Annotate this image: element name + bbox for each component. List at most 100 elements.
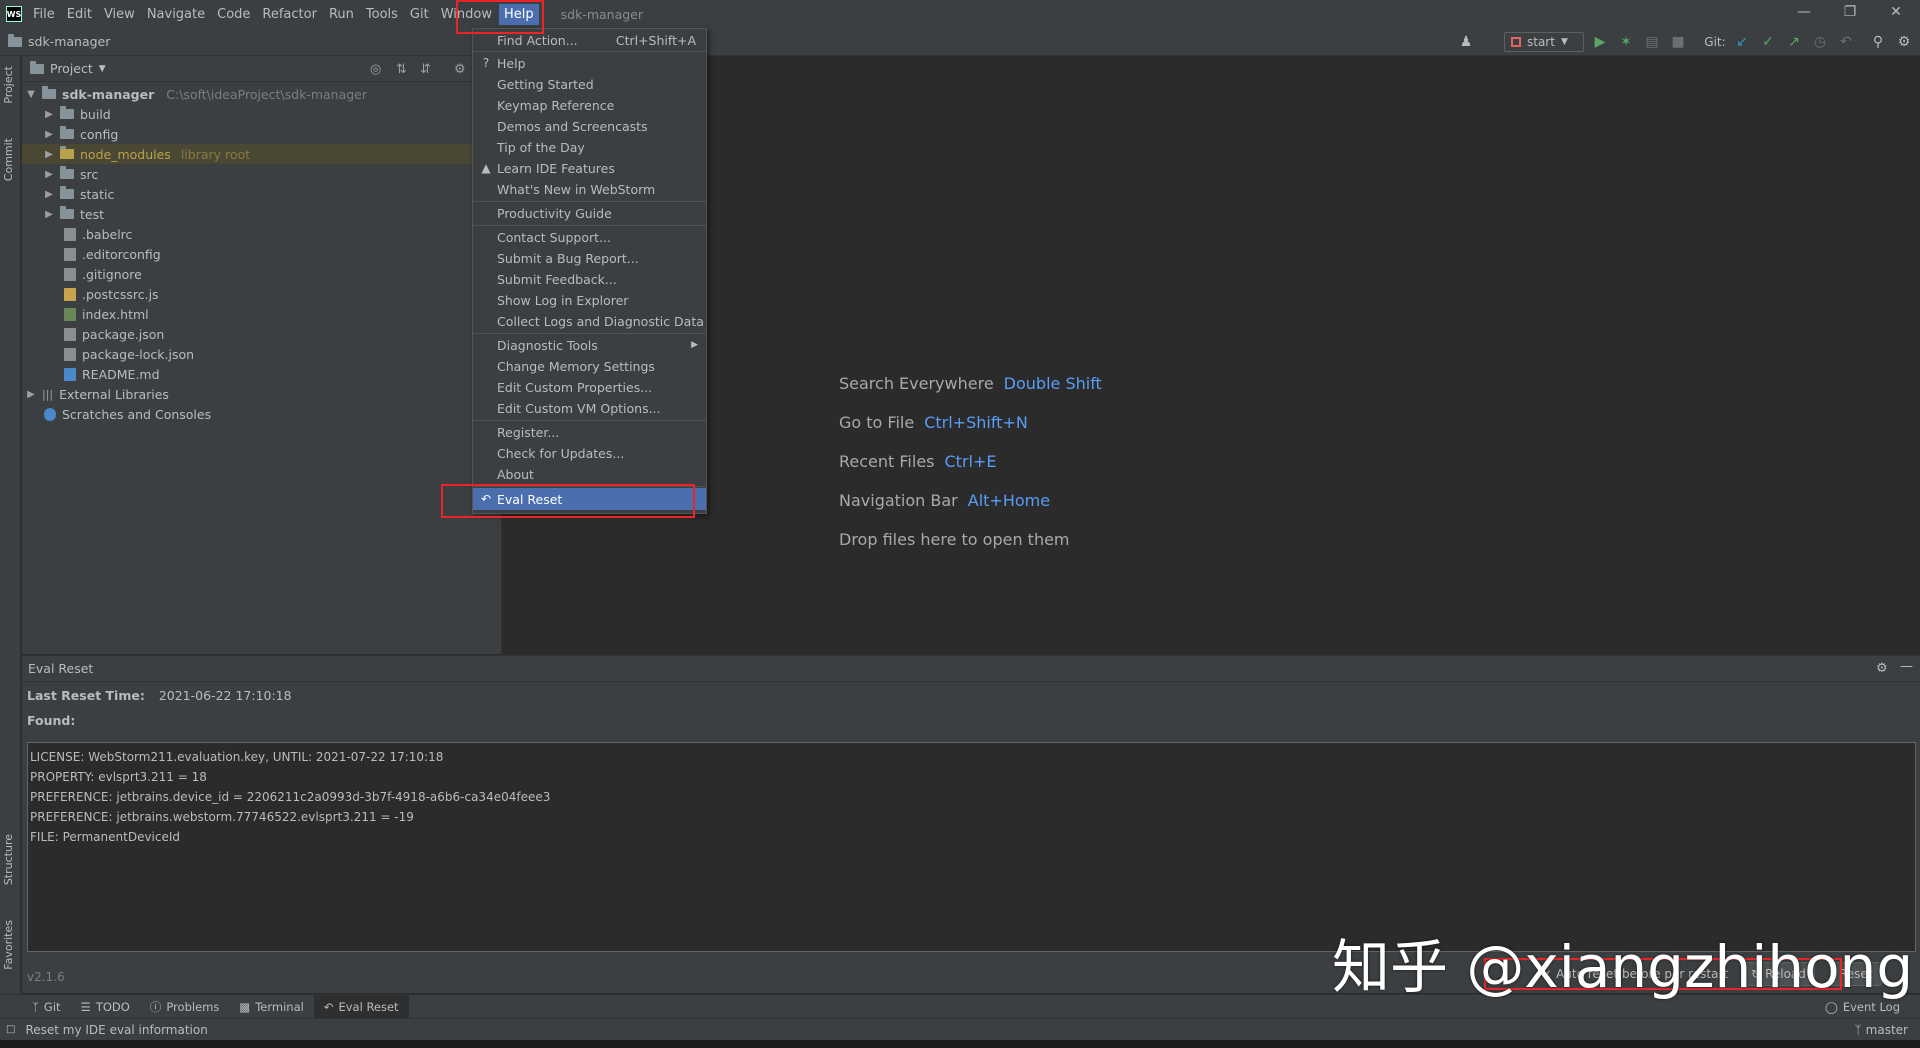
menu-file[interactable]: File [28,4,60,25]
menu-find-action[interactable]: Find Action... Ctrl+Shift+A [473,30,706,50]
menu-change-memory[interactable]: Change Memory Settings [473,356,706,376]
chevron-down-icon[interactable]: ▼ [99,64,106,74]
menu-getting-started[interactable]: Getting Started [473,74,706,94]
editor-area[interactable]: Search Everywhere Double Shift Go to Fil… [503,56,1920,654]
tab-todo[interactable]: ☰TODO [71,995,140,1019]
tree-folder[interactable]: ▶ test [44,204,484,224]
menu-submit-bug[interactable]: Submit a Bug Report... [473,248,706,268]
terminal-icon: ▩ [239,1000,250,1014]
menu-contact-support[interactable]: Contact Support... [473,227,706,247]
user-icon[interactable]: ♟ [1458,34,1474,50]
settings-gear-icon[interactable]: ⚙ [1876,661,1888,676]
menu-edit[interactable]: Edit [62,4,97,25]
git-branch-widget[interactable]: ᛉ master [1854,1023,1908,1037]
hide-panel-icon[interactable]: — [1900,659,1913,674]
menu-edit-custom-vm-options[interactable]: Edit Custom VM Options... [473,398,706,418]
webstorm-logo-icon: WS [6,6,22,22]
search-icon[interactable]: ⚲ [1870,34,1886,50]
tree-external-libraries[interactable]: ▶ ||| External Libraries [26,384,169,404]
locate-icon[interactable]: ◎ [370,62,381,77]
menu-run[interactable]: Run [324,4,359,25]
menu-diagnostic-tools[interactable]: Diagnostic Tools▶ [473,335,706,355]
project-view-select[interactable]: Project [50,61,93,76]
tree-file[interactable]: .babelrc [64,224,132,244]
status-toggle-icon[interactable]: □ [6,1024,15,1035]
tree-scratches[interactable]: Scratches and Consoles [44,404,211,424]
commit-tool-tab[interactable]: Commit [2,138,15,181]
menu-tip-of-the-day[interactable]: Tip of the Day [473,137,706,157]
menu-navigate[interactable]: Navigate [142,4,210,25]
tab-eval-reset[interactable]: ↶ Eval Reset [314,995,409,1019]
structure-tool-tab[interactable]: Structure [2,834,15,885]
coverage-icon[interactable]: ▤ [1644,34,1660,50]
menu-edit-custom-properties[interactable]: Edit Custom Properties... [473,377,706,397]
tree-file[interactable]: package-lock.json [64,344,194,364]
tree-folder[interactable]: ▶ src [44,164,484,184]
project-tool-tab[interactable]: Project [2,66,15,104]
run-icon[interactable]: ▶ [1592,34,1608,50]
menu-git[interactable]: Git [405,4,434,25]
tree-root-name: sdk-manager [62,87,154,102]
minimize-icon[interactable]: — [1784,4,1824,20]
git-update-icon[interactable]: ↙ [1734,34,1750,50]
tab-git[interactable]: ᛉGit [22,995,71,1019]
tree-folder[interactable]: ▶ config [44,124,484,144]
menu-view[interactable]: View [99,4,140,25]
folder-label: build [80,107,111,122]
tree-folder[interactable]: ▶ build [44,104,484,124]
menu-item-shortcut: Ctrl+Shift+A [616,33,696,48]
tab-terminal[interactable]: ▩ Terminal [229,995,313,1019]
breadcrumb[interactable]: sdk-manager [8,34,110,49]
tree-file[interactable]: .editorconfig [64,244,161,264]
menu-window[interactable]: Window [436,4,497,25]
breadcrumb-project[interactable]: sdk-manager [28,34,110,49]
collapse-all-icon[interactable]: ⇵ [420,62,431,77]
git-commit-icon[interactable]: ✓ [1760,34,1776,50]
reset-icon: ↶ [324,1000,334,1014]
menu-demos-screencasts[interactable]: Demos and Screencasts [473,116,706,136]
favorites-tool-tab[interactable]: Favorites [2,920,15,970]
tree-file[interactable]: index.html [64,304,149,324]
menu-code[interactable]: Code [212,4,255,25]
tree-folder[interactable]: ▶ static [44,184,484,204]
tab-label: Terminal [255,1000,304,1014]
menu-productivity-guide[interactable]: Productivity Guide [473,203,706,223]
menu-check-updates[interactable]: Check for Updates... [473,443,706,463]
settings-gear-icon[interactable]: ⚙ [454,62,466,77]
menu-whats-new[interactable]: What's New in WebStorm [473,179,706,199]
run-config-icon [1511,37,1521,47]
tree-file[interactable]: .postcssrc.js [64,284,159,304]
tree-file[interactable]: README.md [64,364,160,384]
tab-problems[interactable]: ⓘProblems [140,995,230,1019]
menu-about[interactable]: About [473,464,706,484]
menu-register[interactable]: Register... [473,422,706,442]
tree-folder-library-root[interactable]: ▶ node_modules library root [22,144,500,164]
stop-icon[interactable]: ■ [1670,34,1686,50]
settings-gear-icon[interactable]: ⚙ [1896,34,1912,50]
menu-keymap-reference[interactable]: Keymap Reference [473,95,706,115]
restore-icon[interactable]: ❐ [1830,4,1870,20]
menu-tools[interactable]: Tools [361,4,403,25]
run-configuration-select[interactable]: start ▼ [1504,32,1584,52]
menu-refactor[interactable]: Refactor [257,4,322,25]
tree-file[interactable]: package.json [64,324,164,344]
hint-search-everywhere: Search Everywhere Double Shift [839,374,1102,393]
menu-collect-logs[interactable]: Collect Logs and Diagnostic Data [473,311,706,331]
tree-file[interactable]: .gitignore [64,264,142,284]
menu-show-log[interactable]: Show Log in Explorer [473,290,706,310]
expand-all-icon[interactable]: ⇅ [396,62,407,77]
tab-label: Eval Reset [338,1000,398,1014]
menu-eval-reset[interactable]: ↶Eval Reset [473,488,706,510]
menu-help-item[interactable]: ?Help [473,53,706,73]
rollback-icon[interactable]: ↶ [1838,34,1854,50]
menu-submit-feedback[interactable]: Submit Feedback... [473,269,706,289]
debug-icon[interactable]: ✶ [1618,34,1634,50]
close-icon[interactable]: ✕ [1876,4,1916,20]
menu-help[interactable]: Help [499,4,539,25]
menu-learn-ide-features[interactable]: ▲Learn IDE Features [473,158,706,178]
git-push-icon[interactable]: ↗ [1786,34,1802,50]
history-icon[interactable]: ◷ [1812,34,1828,50]
chevron-down-icon: ▼ [26,89,36,100]
file-label: .babelrc [82,227,132,242]
tree-root[interactable]: ▼ sdk-manager C:\soft\ideaProject\sdk-ma… [26,84,367,104]
